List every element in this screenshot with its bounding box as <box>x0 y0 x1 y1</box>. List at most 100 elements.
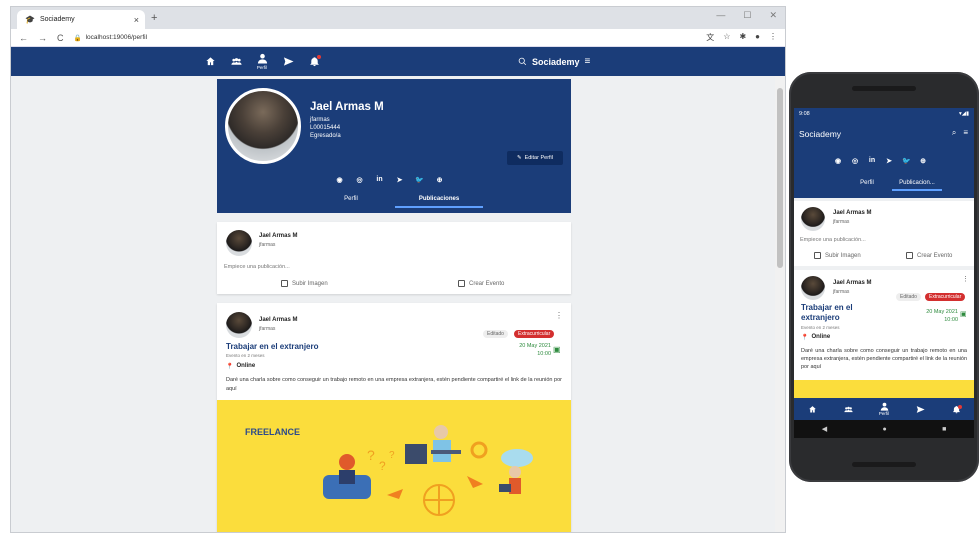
mobile-event-button[interactable]: Crear Evento <box>906 252 952 259</box>
forward-icon[interactable]: → <box>38 33 47 43</box>
post-user-handle: jfarmas <box>259 326 276 332</box>
hamburger-menu-icon[interactable]: ≡ <box>585 56 591 67</box>
home-icon[interactable] <box>806 405 818 414</box>
post-image: FREELANCE ? ? ? <box>217 400 571 532</box>
groups-icon[interactable] <box>229 55 243 69</box>
window-controls: — ☐ ✕ <box>716 10 777 21</box>
tab-perfil[interactable]: Perfil <box>307 196 395 208</box>
send-icon[interactable] <box>281 55 295 69</box>
create-event-label: Crear Evento <box>469 280 505 287</box>
mobile-post-title[interactable]: Trabajar en el extranjero <box>801 303 853 323</box>
reload-icon[interactable]: C <box>57 33 64 43</box>
minimize-icon[interactable]: — <box>716 10 725 21</box>
location-pin-icon: 📍 <box>801 335 809 341</box>
mobile-screen: 9:08 ▾◢▮ Sociademy ⌕ ≡ ◉ ◎ in ➤ 🐦 ⊕ Perf… <box>794 108 974 438</box>
mobile-compose-input[interactable]: Empiece una publicación... <box>800 237 866 243</box>
tab-publicaciones[interactable]: Publicaciones <box>395 196 483 208</box>
star-icon[interactable]: ☆ <box>723 32 730 43</box>
profile-nav-item[interactable]: Perfil <box>255 49 269 75</box>
instagram-icon[interactable]: ◎ <box>851 157 859 165</box>
phone-bottom-speaker <box>852 462 916 467</box>
edit-profile-label: Editar Perfil <box>524 155 554 161</box>
compose-avatar <box>226 230 252 256</box>
mobile-tab-publicaciones[interactable]: Publicacion... <box>892 180 942 191</box>
mobile-search-icon[interactable]: ⌕ <box>952 128 956 138</box>
create-event-button[interactable]: Crear Evento <box>458 280 504 287</box>
telegram-icon[interactable]: ➤ <box>885 157 893 165</box>
event-calendar-icon: ▣ <box>553 345 561 354</box>
page-scrollbar[interactable] <box>775 76 785 532</box>
twitter-icon[interactable]: 🐦 <box>902 157 911 165</box>
scrollbar-thumb[interactable] <box>777 88 783 268</box>
notification-dot <box>317 54 321 59</box>
linkedin-icon[interactable]: in <box>375 175 384 184</box>
web-icon[interactable]: ⊕ <box>435 175 444 184</box>
linkedin-icon[interactable]: in <box>868 157 876 165</box>
svg-text:?: ? <box>389 450 395 461</box>
mobile-post-time: 10:00 <box>944 317 958 323</box>
account-icon[interactable]: ● <box>755 32 760 43</box>
freelance-illustration: ? ? ? <box>323 425 533 516</box>
post-title[interactable]: Trabajar en el extranjero <box>226 342 319 351</box>
mobile-menu-icon[interactable]: ≡ <box>963 128 968 138</box>
github-icon[interactable]: ◉ <box>335 175 344 184</box>
edit-profile-button[interactable]: ✎ Editar Perfil <box>507 151 563 165</box>
mobile-upload-button[interactable]: Subir Imagen <box>814 252 861 259</box>
post-card: Jael Armas M jfarmas ⋮ Editado Extracurr… <box>217 303 571 532</box>
mobile-app-bar: Sociademy ⌕ ≡ <box>794 119 974 147</box>
mobile-profile-nav-item[interactable]: Perfil <box>878 402 890 416</box>
close-tab-icon[interactable]: × <box>134 15 139 25</box>
mobile-edited-badge: Editado <box>896 293 921 301</box>
mobile-post-handle: jfarmas <box>833 289 850 295</box>
web-icon[interactable]: ⊕ <box>919 157 927 165</box>
android-back-icon[interactable]: ◀ <box>822 425 827 433</box>
mobile-event-calendar-icon: ▣ <box>960 311 967 318</box>
post-user-name: Jael Armas M <box>259 317 298 323</box>
post-options-icon[interactable]: ⋮ <box>555 311 563 320</box>
new-tab-button[interactable]: + <box>151 12 157 24</box>
translate-icon[interactable]: 文 <box>706 32 714 43</box>
android-system-nav: ◀ ● ■ <box>794 420 974 438</box>
close-window-icon[interactable]: ✕ <box>769 10 777 21</box>
mobile-title-line2: extranjero <box>801 313 840 322</box>
notifications-icon[interactable] <box>307 54 321 69</box>
twitter-icon[interactable]: 🐦 <box>415 175 424 184</box>
mobile-social-links: ◉ ◎ in ➤ 🐦 ⊕ <box>834 157 927 165</box>
mobile-post-options-icon[interactable]: ⋮ <box>962 275 969 283</box>
nav-icons: Perfil <box>203 47 321 76</box>
search-icon[interactable] <box>518 57 527 66</box>
groups-icon[interactable] <box>842 405 854 414</box>
mobile-profile-tabs: Perfil Publicacion... <box>842 180 942 191</box>
url-field[interactable]: 🔒 localhost:19006/perfil <box>74 34 697 42</box>
location-pin-icon: 📍 <box>226 364 234 370</box>
maximize-icon[interactable]: ☐ <box>743 10 751 21</box>
mobile-upload-label: Subir Imagen <box>825 252 861 259</box>
instagram-icon[interactable]: ◎ <box>355 175 364 184</box>
phone-speaker <box>852 86 916 91</box>
android-recents-icon[interactable]: ■ <box>942 426 946 433</box>
mobile-date-block: 20 May 2021 10:00 <box>894 308 958 324</box>
svg-text:?: ? <box>379 459 386 473</box>
compose-input[interactable]: Empiece una publicación... <box>224 264 290 270</box>
home-icon[interactable] <box>203 55 217 69</box>
compose-user-handle: jfarmas <box>259 242 276 248</box>
mobile-compose-name: Jael Armas M <box>833 210 872 216</box>
post-date-block: 20 May 2021 10:00 <box>487 342 551 358</box>
android-home-icon[interactable]: ● <box>882 426 886 433</box>
github-icon[interactable]: ◉ <box>834 157 842 165</box>
post-subtitle: Evento en 2 meses <box>226 353 265 358</box>
menu-dots-icon[interactable]: ⋮ <box>769 32 777 43</box>
mobile-post-subtitle: Evento en 2 meses <box>801 325 840 330</box>
upload-image-button[interactable]: Subir Imagen <box>281 280 328 287</box>
post-mode: Online <box>236 363 256 369</box>
image-icon <box>281 280 288 287</box>
back-icon[interactable]: ← <box>19 33 28 43</box>
extensions-icon[interactable]: ✱ <box>739 32 746 43</box>
profile-avatar <box>225 88 301 164</box>
post-avatar <box>226 312 252 338</box>
telegram-icon[interactable]: ➤ <box>395 175 404 184</box>
mobile-tab-perfil[interactable]: Perfil <box>842 180 892 191</box>
browser-tab[interactable]: 🎓 Sociademy × <box>17 10 145 29</box>
send-icon[interactable] <box>914 405 926 414</box>
notifications-icon[interactable] <box>950 404 962 414</box>
